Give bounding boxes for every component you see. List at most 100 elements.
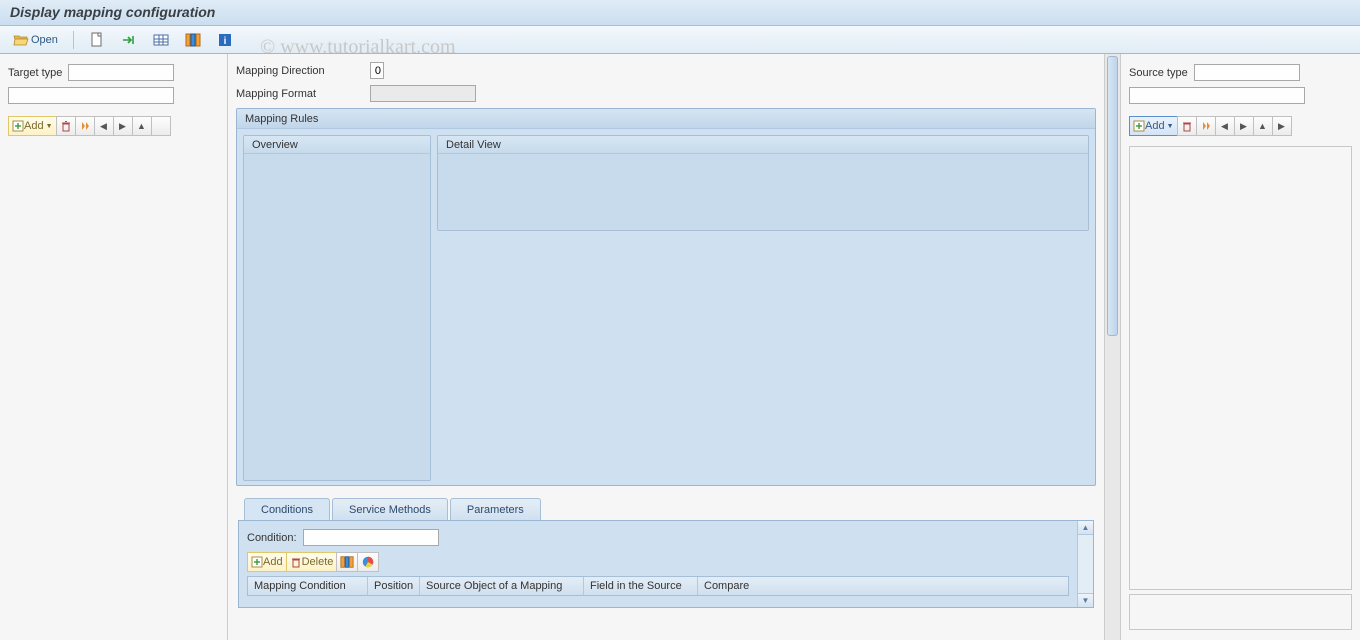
right-toolbar: Add ▼ ◀ ▶ ▲ ▶ bbox=[1129, 116, 1352, 136]
detail-view-box: Detail View bbox=[437, 135, 1089, 231]
chevron-left-icon: ◀ bbox=[1221, 121, 1228, 132]
left-toolbar: Add ▼ ◀ ▶ ▲ bbox=[8, 116, 219, 136]
cond-chart-button[interactable] bbox=[357, 552, 379, 572]
cond-delete-button[interactable]: Delete bbox=[286, 552, 338, 572]
dropdown-icon: ▼ bbox=[1167, 123, 1174, 130]
chevron-right-icon: ▶ bbox=[1278, 121, 1285, 132]
document-icon bbox=[89, 32, 105, 48]
folder-open-icon bbox=[13, 32, 29, 48]
scroll-down-icon[interactable]: ▼ bbox=[1078, 593, 1093, 607]
left-prev-button[interactable]: ◀ bbox=[94, 116, 114, 136]
left-add-label: Add bbox=[24, 120, 44, 132]
condition-toolbar: Add Delete bbox=[247, 552, 1069, 572]
cond-add-button[interactable]: Add bbox=[247, 552, 287, 572]
scroll-up-icon[interactable]: ▲ bbox=[1078, 521, 1093, 535]
left-next-button[interactable]: ▶ bbox=[113, 116, 133, 136]
col-mapping-condition[interactable]: Mapping Condition bbox=[248, 577, 368, 595]
open-button[interactable]: Open bbox=[8, 30, 63, 50]
play-icon bbox=[1200, 120, 1212, 132]
cond-add-label: Add bbox=[263, 556, 283, 568]
right-prev-button[interactable]: ◀ bbox=[1215, 116, 1235, 136]
center-scrollbar[interactable] bbox=[1104, 54, 1120, 640]
conditions-pane: Condition: Add Delete bbox=[238, 520, 1094, 608]
overview-content[interactable] bbox=[244, 154, 430, 480]
trash-icon bbox=[290, 556, 302, 568]
tab-parameters[interactable]: Parameters bbox=[450, 498, 541, 520]
page-title: Display mapping configuration bbox=[10, 4, 1350, 20]
trash-icon bbox=[60, 120, 72, 132]
table-icon bbox=[153, 32, 169, 48]
condition-label: Condition: bbox=[247, 532, 297, 544]
right-more-button[interactable]: ▶ bbox=[1272, 116, 1292, 136]
col-position[interactable]: Position bbox=[368, 577, 420, 595]
detail-view-header: Detail View bbox=[438, 136, 1088, 154]
layout-icon bbox=[340, 555, 354, 569]
right-list-box[interactable] bbox=[1129, 146, 1352, 590]
mapping-format-label: Mapping Format bbox=[236, 88, 364, 100]
mapping-direction-input[interactable] bbox=[370, 62, 384, 79]
add-icon bbox=[12, 120, 24, 132]
chevron-left-icon: ◀ bbox=[100, 121, 107, 132]
layout-button[interactable] bbox=[180, 30, 206, 50]
transport-icon bbox=[121, 32, 137, 48]
col-field-source[interactable]: Field in the Source bbox=[584, 577, 698, 595]
separator bbox=[73, 31, 74, 49]
right-next-button[interactable]: ▶ bbox=[1234, 116, 1254, 136]
svg-text:i: i bbox=[224, 36, 227, 47]
layout-icon bbox=[185, 32, 201, 48]
target-type-label: Target type bbox=[8, 67, 62, 79]
tab-conditions[interactable]: Conditions bbox=[244, 498, 330, 520]
open-label: Open bbox=[31, 34, 58, 46]
condition-input[interactable] bbox=[303, 529, 439, 546]
detail-view-content[interactable] bbox=[438, 154, 1088, 230]
chevron-right-icon: ▶ bbox=[119, 121, 126, 132]
source-type-label: Source type bbox=[1129, 67, 1188, 79]
right-execute-button[interactable] bbox=[1196, 116, 1216, 136]
left-up-button[interactable]: ▲ bbox=[132, 116, 152, 136]
mapping-rules-title: Mapping Rules bbox=[237, 109, 1095, 129]
conditions-grid-header: Mapping Condition Position Source Object… bbox=[247, 576, 1069, 596]
center-pane: Mapping Direction Mapping Format Mapping… bbox=[228, 54, 1120, 640]
bottom-tabs: Conditions Service Methods Parameters bbox=[244, 498, 1096, 520]
transport-button[interactable] bbox=[116, 30, 142, 50]
chevron-up-icon: ▲ bbox=[1258, 121, 1267, 131]
mapping-format-input bbox=[370, 85, 476, 102]
info-icon: i bbox=[217, 32, 233, 48]
left-delete-button[interactable] bbox=[56, 116, 76, 136]
chevron-up-icon: ▲ bbox=[137, 121, 146, 131]
right-detail-box[interactable] bbox=[1129, 594, 1352, 630]
right-pane: Source type Add ▼ ◀ ▶ ▲ ▶ bbox=[1120, 54, 1360, 640]
cond-delete-label: Delete bbox=[302, 556, 334, 568]
trash-icon bbox=[1181, 120, 1193, 132]
left-more-button[interactable] bbox=[151, 116, 171, 136]
col-source-object[interactable]: Source Object of a Mapping bbox=[420, 577, 584, 595]
overview-box: Overview bbox=[243, 135, 431, 481]
right-search-input[interactable] bbox=[1129, 87, 1305, 104]
mapping-direction-label: Mapping Direction bbox=[236, 65, 364, 77]
source-type-input[interactable] bbox=[1194, 64, 1300, 81]
col-compare[interactable]: Compare bbox=[698, 577, 756, 595]
info-button[interactable]: i bbox=[212, 30, 238, 50]
add-icon bbox=[1133, 120, 1145, 132]
left-search-input[interactable] bbox=[8, 87, 174, 104]
table-button[interactable] bbox=[148, 30, 174, 50]
right-up-button[interactable]: ▲ bbox=[1253, 116, 1273, 136]
add-icon bbox=[251, 556, 263, 568]
main-toolbar: Open i bbox=[0, 26, 1360, 54]
scrollbar-thumb[interactable] bbox=[1107, 56, 1118, 336]
left-execute-button[interactable] bbox=[75, 116, 95, 136]
left-pane: Target type Add ▼ ◀ ▶ ▲ bbox=[0, 54, 228, 640]
new-button[interactable] bbox=[84, 30, 110, 50]
play-icon bbox=[79, 120, 91, 132]
mapping-rules-group: Mapping Rules Overview Detail View bbox=[236, 108, 1096, 486]
right-add-button[interactable]: Add ▼ bbox=[1129, 116, 1178, 136]
tab-service-methods[interactable]: Service Methods bbox=[332, 498, 448, 520]
dropdown-icon: ▼ bbox=[46, 123, 53, 130]
right-delete-button[interactable] bbox=[1177, 116, 1197, 136]
left-add-button[interactable]: Add ▼ bbox=[8, 116, 57, 136]
conditions-scrollbar[interactable]: ▲ ▼ bbox=[1077, 521, 1093, 607]
pie-icon bbox=[361, 555, 375, 569]
cond-layout-button[interactable] bbox=[336, 552, 358, 572]
overview-header: Overview bbox=[244, 136, 430, 154]
target-type-input[interactable] bbox=[68, 64, 174, 81]
